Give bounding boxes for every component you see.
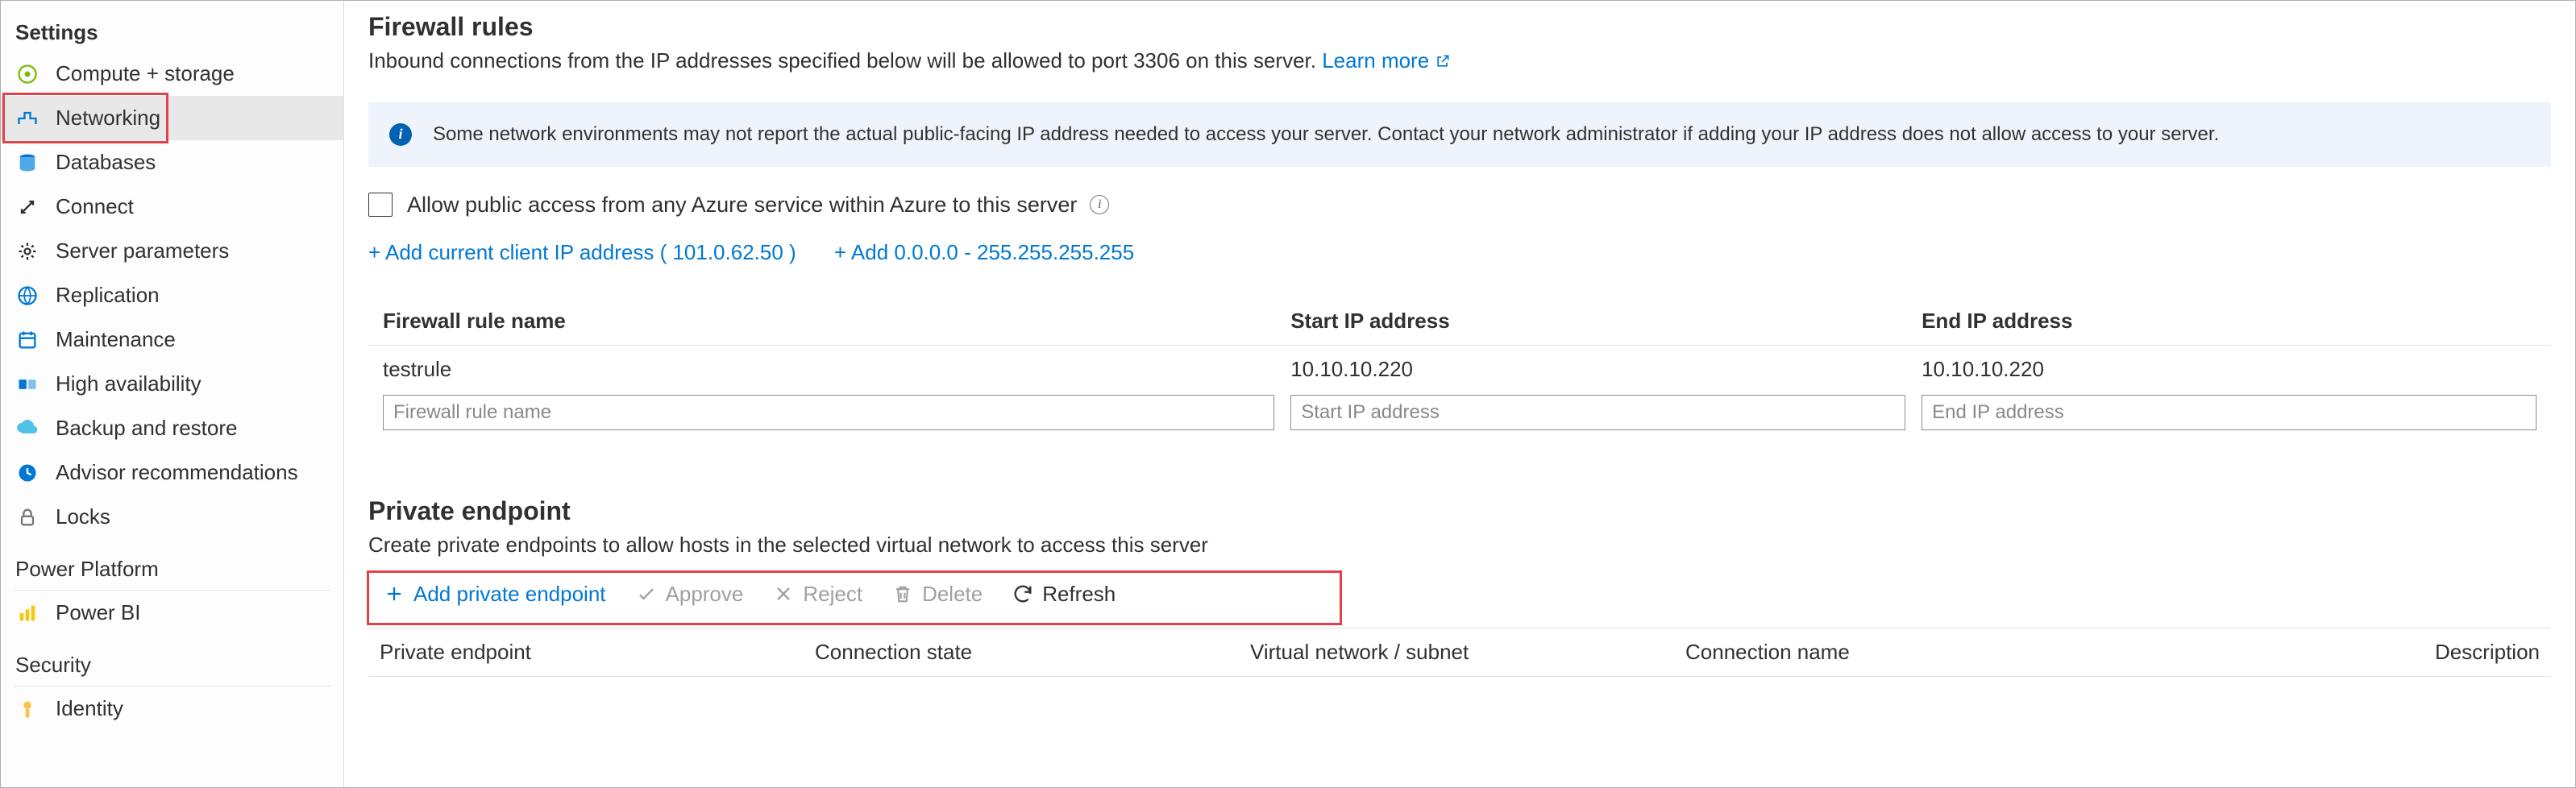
button-label: Reject (803, 582, 862, 607)
compute-icon (15, 62, 39, 86)
info-text: Some network environments may not report… (433, 123, 2219, 146)
sidebar-item-label: Databases (56, 150, 156, 175)
table-row: testrule 10.10.10.220 10.10.10.220 (368, 346, 2551, 393)
power-bi-icon (15, 601, 39, 625)
col-state: Connection state (815, 640, 1234, 665)
sidebar-item-label: Connect (56, 194, 134, 219)
sidebar-item-label: Advisor recommendations (56, 460, 298, 485)
rule-name-input[interactable] (383, 395, 1274, 430)
sidebar-item-label: Backup and restore (56, 416, 237, 441)
firewall-description: Inbound connections from the IP addresse… (368, 48, 2551, 75)
pe-toolbar: Add private endpoint Approve Reject Dele… (368, 577, 2551, 612)
col-end-ip: End IP address (1922, 309, 2537, 334)
col-desc: Description (2121, 640, 2540, 665)
sidebar-item-label: High availability (56, 371, 202, 396)
sidebar-item-advisor[interactable]: Advisor recommendations (1, 450, 343, 495)
private-endpoint-section: Private endpoint Create private endpoint… (368, 496, 2551, 677)
sidebar-item-label: Locks (56, 504, 110, 529)
trash-icon (891, 583, 914, 605)
table-header-row: Firewall rule name Start IP address End … (368, 297, 2551, 346)
sidebar-item-server-parameters[interactable]: Server parameters (1, 229, 343, 273)
cell-start-ip: 10.10.10.220 (1290, 357, 1905, 382)
add-full-range-link[interactable]: + Add 0.0.0.0 - 255.255.255.255 (834, 240, 1134, 264)
connect-icon (15, 195, 39, 219)
info-banner: i Some network environments may not repo… (368, 102, 2551, 167)
high-availability-icon (15, 372, 39, 396)
col-cname: Connection name (1685, 640, 2104, 665)
pe-heading: Private endpoint (368, 496, 2551, 526)
cell-rule-name: testrule (383, 357, 1274, 382)
sidebar-item-label: Identity (56, 696, 123, 721)
sidebar-item-compute-storage[interactable]: Compute + storage (1, 52, 343, 96)
sidebar-item-label: Compute + storage (56, 61, 235, 86)
button-label: Delete (922, 582, 983, 607)
sidebar-item-backup-restore[interactable]: Backup and restore (1, 406, 343, 450)
button-label: Add private endpoint (413, 582, 606, 607)
backup-icon (15, 417, 39, 441)
col-pe: Private endpoint (380, 640, 799, 665)
firewall-heading: Firewall rules (368, 12, 2551, 42)
table-input-row (368, 393, 2551, 432)
col-start-ip: Start IP address (1290, 309, 1905, 334)
button-label: Approve (666, 582, 744, 607)
sidebar-item-label: Replication (56, 283, 160, 308)
firewall-desc-text: Inbound connections from the IP addresse… (368, 48, 1322, 73)
cell-end-ip: 10.10.10.220 (1922, 357, 2537, 382)
sidebar-item-label: Power BI (56, 600, 141, 625)
allow-azure-checkbox[interactable] (368, 193, 393, 217)
learn-more-label: Learn more (1322, 48, 1429, 73)
networking-icon (15, 106, 39, 131)
refresh-icon (1012, 583, 1034, 605)
learn-more-link[interactable]: Learn more (1322, 48, 1451, 73)
plus-icon (383, 583, 405, 605)
external-link-icon (1435, 50, 1451, 75)
sidebar-item-networking[interactable]: Networking (1, 96, 343, 140)
advisor-icon (15, 461, 39, 485)
delete-button[interactable]: Delete (877, 577, 997, 612)
sidebar-item-replication[interactable]: Replication (1, 273, 343, 317)
x-icon (772, 583, 795, 605)
col-rule-name: Firewall rule name (383, 309, 1274, 334)
info-icon: i (389, 123, 412, 146)
sidebar-item-locks[interactable]: Locks (1, 495, 343, 539)
sidebar-item-label: Networking (56, 106, 160, 131)
sidebar-item-identity[interactable]: Identity (1, 686, 343, 731)
sidebar-section-settings: Settings (1, 4, 343, 52)
gear-icon (15, 239, 39, 263)
maintenance-icon (15, 328, 39, 352)
pe-description: Create private endpoints to allow hosts … (368, 533, 2551, 558)
sidebar-item-high-availability[interactable]: High availability (1, 362, 343, 406)
pe-table-header: Private endpoint Connection state Virtua… (368, 628, 2551, 677)
start-ip-input[interactable] (1290, 395, 1905, 430)
lock-icon (15, 505, 39, 529)
button-label: Refresh (1042, 582, 1116, 607)
main-content: Firewall rules Inbound connections from … (344, 1, 2575, 787)
reject-button[interactable]: Reject (758, 577, 877, 612)
settings-sidebar: Settings Compute + storage Networking Da… (1, 1, 344, 787)
allow-azure-label: Allow public access from any Azure servi… (407, 193, 1077, 218)
sidebar-section-power: Power Platform (14, 539, 330, 591)
sidebar-section-security: Security (14, 635, 330, 686)
firewall-rules-table: Firewall rule name Start IP address End … (368, 297, 2551, 432)
approve-button[interactable]: Approve (621, 577, 758, 612)
sidebar-item-power-bi[interactable]: Power BI (1, 591, 343, 635)
sidebar-item-label: Maintenance (56, 327, 176, 352)
allow-azure-row: Allow public access from any Azure servi… (368, 193, 2551, 218)
replication-icon (15, 284, 39, 308)
identity-icon (15, 697, 39, 721)
end-ip-input[interactable] (1922, 395, 2537, 430)
sidebar-item-maintenance[interactable]: Maintenance (1, 317, 343, 362)
add-client-ip-link[interactable]: + Add current client IP address ( 101.0.… (368, 240, 796, 264)
info-icon-small[interactable]: i (1090, 195, 1109, 214)
refresh-button[interactable]: Refresh (997, 577, 1130, 612)
quick-links: + Add current client IP address ( 101.0.… (368, 240, 2551, 265)
sidebar-item-label: Server parameters (56, 238, 229, 263)
check-icon (635, 583, 658, 605)
sidebar-item-databases[interactable]: Databases (1, 140, 343, 185)
add-private-endpoint-button[interactable]: Add private endpoint (368, 577, 621, 612)
col-vnet: Virtual network / subnet (1250, 640, 1669, 665)
database-icon (15, 151, 39, 175)
sidebar-item-connect[interactable]: Connect (1, 185, 343, 229)
